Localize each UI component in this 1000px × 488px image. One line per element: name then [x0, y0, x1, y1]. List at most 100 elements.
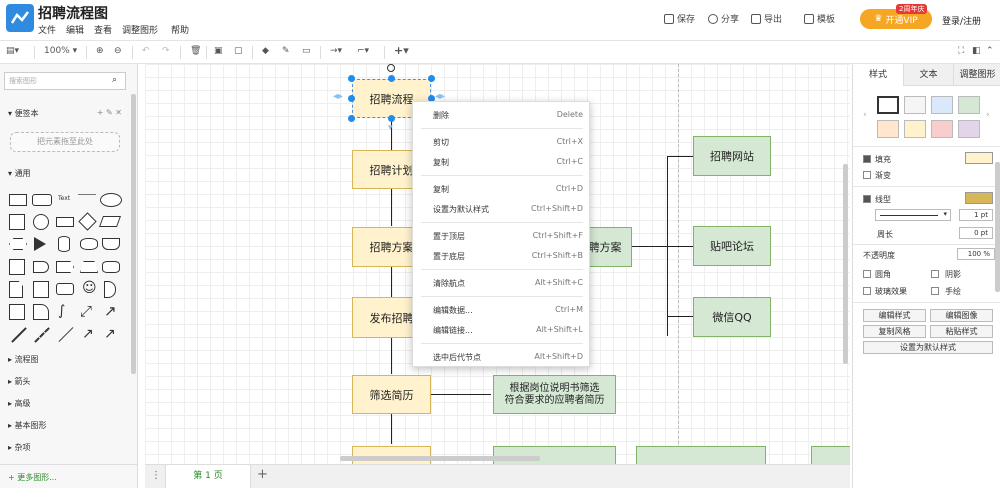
triangle-shape[interactable]	[34, 237, 46, 251]
scratchpad-header[interactable]: ▾ 便签本 + ✎ ✕	[0, 108, 134, 119]
arrow-left-hint-icon[interactable]: ◂▸	[333, 91, 343, 102]
collapse-icon[interactable]: ⌃	[986, 46, 994, 56]
internal-storage-shape[interactable]	[9, 259, 25, 275]
data-storage-shape[interactable]	[33, 304, 49, 320]
diamond-shape[interactable]	[78, 212, 97, 231]
node-partial[interactable]	[636, 446, 766, 464]
connector-line[interactable]	[391, 338, 392, 374]
actor-shape-icon[interactable]: ☺	[82, 280, 97, 296]
node-forum[interactable]: 贴吧论坛	[693, 226, 771, 266]
category-basic[interactable]: ▸ 基本图形	[0, 420, 134, 431]
redo-icon[interactable]: ↷	[162, 46, 170, 56]
swatch-red[interactable]	[931, 120, 953, 138]
to-back-icon[interactable]: ▢	[234, 46, 243, 56]
connection-icon[interactable]: →▾	[330, 46, 342, 56]
menu-item-copy[interactable]: 复制 Ctrl+C	[413, 156, 591, 170]
menu-item-edit-data[interactable]: 编辑数据... Ctrl+M	[413, 304, 591, 318]
perimeter-input[interactable]: 0 pt	[959, 227, 993, 239]
menu-help[interactable]: 帮助	[171, 23, 189, 36]
gradient-checkbox[interactable]	[863, 171, 871, 179]
bidirectional-arrow-icon[interactable]: ⤢	[80, 302, 92, 320]
line-checkbox[interactable]	[863, 195, 871, 203]
node-screen-resumes[interactable]: 筛选简历	[352, 375, 431, 414]
edit-style-button[interactable]: 编辑样式	[863, 309, 926, 322]
trapezoid-shape[interactable]	[80, 261, 98, 273]
hexagon-shape[interactable]	[9, 238, 27, 250]
callout-shape[interactable]	[56, 283, 74, 295]
swatch-orange[interactable]	[877, 120, 899, 138]
swatch-green[interactable]	[958, 96, 980, 114]
connector-line[interactable]	[667, 316, 693, 317]
menu-item-to-back[interactable]: 置于底层 Ctrl+Shift+B	[413, 250, 591, 264]
arrow-up-right-icon[interactable]: ↗	[104, 302, 117, 320]
save-button[interactable]: 保存	[664, 12, 695, 25]
delete-icon[interactable]: 🗑	[190, 46, 201, 56]
login-button[interactable]: 登录/注册	[942, 14, 981, 27]
or-shape[interactable]	[104, 281, 116, 298]
menu-item-delete[interactable]: 删除 Delete	[413, 109, 591, 123]
tab-text[interactable]: 文本	[903, 64, 953, 86]
ellipse-shape[interactable]	[100, 193, 122, 207]
copy-style-button[interactable]: 复制风格	[863, 325, 926, 338]
app-logo[interactable]	[6, 4, 34, 32]
node-partial[interactable]	[811, 446, 850, 464]
line-color-icon[interactable]: ✎	[282, 46, 290, 56]
line-shape[interactable]	[11, 327, 27, 343]
swatch-gray[interactable]	[904, 96, 926, 114]
panel-toggle-icon[interactable]: ▤▾	[6, 46, 19, 56]
tab-style[interactable]: 样式	[853, 64, 903, 86]
page-menu-icon[interactable]: ⋮	[151, 470, 161, 481]
swatch-white[interactable]	[877, 96, 899, 114]
node-partial[interactable]	[352, 446, 431, 464]
menu-item-cut[interactable]: 剪切 Ctrl+X	[413, 136, 591, 150]
menu-edit[interactable]: 编辑	[66, 23, 84, 36]
export-button[interactable]: 导出	[751, 12, 782, 25]
selection-handle[interactable]	[348, 95, 355, 102]
connector-arrow-icon[interactable]: ↗	[82, 326, 94, 342]
sidebar-scrollbar[interactable]	[131, 94, 136, 374]
connector-line[interactable]	[391, 189, 392, 226]
menu-item-edit-link[interactable]: 编辑链接... Alt+Shift+L	[413, 324, 591, 338]
connector-line[interactable]	[667, 246, 693, 247]
zoom-out-icon[interactable]: ⊖	[114, 46, 122, 56]
search-icon[interactable]: ⌕	[112, 75, 117, 85]
fill-checkbox[interactable]	[863, 155, 871, 163]
swatch-yellow[interactable]	[904, 120, 926, 138]
connector-line[interactable]	[431, 394, 491, 395]
circle-shape[interactable]	[33, 214, 49, 230]
swatch-next-icon[interactable]: ›	[986, 110, 990, 120]
category-misc[interactable]: ▸ 杂项	[0, 442, 134, 453]
line-width-input[interactable]: 1 pt	[959, 209, 993, 221]
more-shapes-button[interactable]: + 更多图形...	[0, 472, 134, 483]
rectangle-shape[interactable]	[9, 194, 27, 206]
cross-shape[interactable]	[9, 304, 25, 320]
zoom-select[interactable]: 100% ▾	[44, 46, 77, 56]
rounded-checkbox[interactable]	[863, 270, 871, 278]
category-flowchart[interactable]: ▸ 流程图	[0, 354, 134, 365]
canvas-vertical-scrollbar[interactable]	[843, 164, 848, 364]
waypoint-icon[interactable]: ⌐▾	[357, 46, 369, 56]
menu-arrange[interactable]: 调整图形	[122, 23, 158, 36]
menu-view[interactable]: 查看	[94, 23, 112, 36]
to-front-icon[interactable]: ▣	[214, 46, 223, 56]
scratchpad-actions-icon[interactable]: + ✎ ✕	[97, 108, 122, 117]
selection-handle[interactable]	[348, 75, 355, 82]
fullscreen-icon[interactable]: ⛶	[958, 46, 964, 56]
cylinder-shape[interactable]	[58, 236, 70, 252]
cloud-shape[interactable]	[80, 238, 98, 250]
sketch-checkbox[interactable]	[931, 287, 939, 295]
menu-item-set-default-style[interactable]: 设置为默认样式 Ctrl+Shift+D	[413, 203, 591, 217]
step-shape[interactable]	[56, 261, 74, 273]
line-style-select[interactable]: ▾	[875, 209, 951, 221]
menu-item-clear-waypoints[interactable]: 清除航点 Alt+Shift+C	[413, 277, 591, 291]
paste-style-button[interactable]: 粘贴样式	[930, 325, 993, 338]
panel-scrollbar[interactable]	[995, 162, 1000, 292]
connector-line[interactable]	[667, 156, 693, 157]
card-shape[interactable]	[33, 281, 49, 298]
document-shape[interactable]	[102, 238, 120, 250]
parallelogram-shape[interactable]	[98, 216, 122, 227]
connector-line[interactable]	[391, 267, 392, 297]
search-input[interactable]: 搜索图形	[4, 72, 126, 90]
format-panel-icon[interactable]: ◧	[972, 46, 981, 56]
general-header[interactable]: ▾ 通用	[0, 168, 134, 179]
